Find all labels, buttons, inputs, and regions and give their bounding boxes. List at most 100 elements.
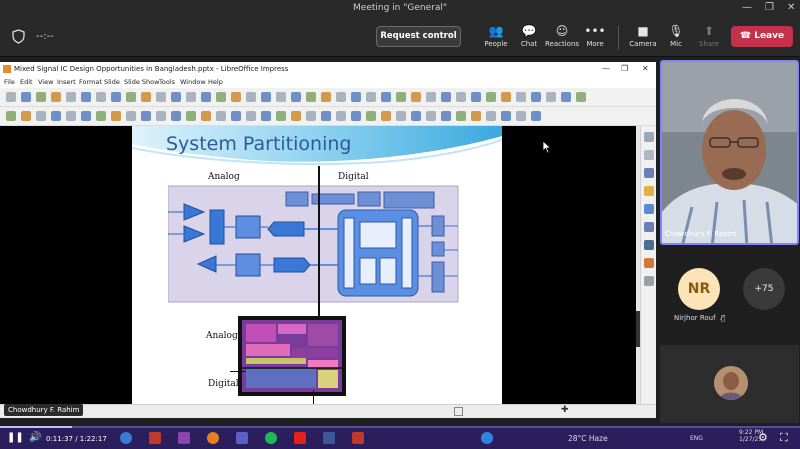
menu-file[interactable]: File xyxy=(4,78,15,86)
toolbar-tool-icon[interactable] xyxy=(111,111,121,121)
toolbar-tool-icon[interactable] xyxy=(501,92,511,102)
more-participants-button[interactable]: +75 xyxy=(743,268,785,310)
request-control-button[interactable]: Request control xyxy=(376,26,461,47)
toolbar-tool-icon[interactable] xyxy=(111,92,121,102)
toolbar-tool-icon[interactable] xyxy=(381,111,391,121)
toolbar-tool-icon[interactable] xyxy=(21,92,31,102)
toolbar-tool-icon[interactable] xyxy=(321,111,331,121)
menu-slide-show[interactable]: Slide Show xyxy=(124,78,159,86)
menu-view[interactable]: View xyxy=(38,78,53,86)
no-entry-icon[interactable] xyxy=(644,276,654,286)
pause-icon[interactable]: ❚❚ xyxy=(7,432,24,443)
toolbar-tool-icon[interactable] xyxy=(231,92,241,102)
menu-window[interactable]: Window xyxy=(180,78,206,86)
taskbar-app-blue-icon[interactable] xyxy=(323,432,335,444)
volume-icon[interactable]: 🔊 xyxy=(29,432,41,443)
toolbar-tool-icon[interactable] xyxy=(66,111,76,121)
toolbar-tool-icon[interactable] xyxy=(306,92,316,102)
people-button[interactable]: 👥 People xyxy=(479,23,513,53)
toolbar-tool-icon[interactable] xyxy=(21,111,31,121)
teams-icon[interactable] xyxy=(236,432,248,444)
slide-canvas[interactable]: System Partitioning Analog Digital Analo… xyxy=(132,126,502,404)
toolbar-tool-icon[interactable] xyxy=(426,92,436,102)
toolbar-tool-icon[interactable] xyxy=(96,111,106,121)
toolbar-tool-icon[interactable] xyxy=(441,111,451,121)
toolbar-tool-icon[interactable] xyxy=(471,92,481,102)
toolbar-tool-icon[interactable] xyxy=(276,111,286,121)
toolbar-tool-icon[interactable] xyxy=(246,92,256,102)
toolbar-tool-icon[interactable] xyxy=(486,92,496,102)
toolbar-tool-icon[interactable] xyxy=(216,111,226,121)
toolbar-tool-icon[interactable] xyxy=(126,111,136,121)
styles-icon[interactable] xyxy=(644,150,654,160)
toolbar-tool-icon[interactable] xyxy=(321,92,331,102)
toolbar-tool-icon[interactable] xyxy=(186,92,196,102)
toolbar-tool-icon[interactable] xyxy=(366,92,376,102)
weather-widget[interactable]: 28°C Haze xyxy=(568,434,608,443)
toolbar-tool-icon[interactable] xyxy=(576,92,586,102)
share-button[interactable]: ⬆ Share xyxy=(692,23,726,53)
toolbar-tool-icon[interactable] xyxy=(81,111,91,121)
impress-close-icon[interactable]: ✕ xyxy=(642,62,649,76)
toolbar-tool-icon[interactable] xyxy=(126,92,136,102)
toolbar-tool-icon[interactable] xyxy=(51,92,61,102)
presenter-video-tile[interactable] xyxy=(660,60,799,245)
toolbar-tool-icon[interactable] xyxy=(36,92,46,102)
toolbar-tool-icon[interactable] xyxy=(171,111,181,121)
toolbar-tool-icon[interactable] xyxy=(546,92,556,102)
animation-icon[interactable] xyxy=(644,222,654,232)
toolbar-tool-icon[interactable] xyxy=(171,92,181,102)
more-button[interactable]: ••• More xyxy=(578,23,612,53)
spotify-icon[interactable] xyxy=(265,432,277,444)
restore-icon[interactable]: ❐ xyxy=(765,2,774,13)
toolbar-tool-icon[interactable] xyxy=(291,111,301,121)
fullscreen-icon[interactable]: ⛶ xyxy=(780,431,788,445)
toolbar-tool-icon[interactable] xyxy=(336,111,346,121)
minimize-icon[interactable]: — xyxy=(742,2,752,13)
toolbar-tool-icon[interactable] xyxy=(486,111,496,121)
toolbar-tool-icon[interactable] xyxy=(186,111,196,121)
toolbar-tool-icon[interactable] xyxy=(351,92,361,102)
menu-edit[interactable]: Edit xyxy=(20,78,33,86)
toolbar-tool-icon[interactable] xyxy=(81,92,91,102)
toolbar-tool-icon[interactable] xyxy=(516,92,526,102)
toolbar-tool-icon[interactable] xyxy=(36,111,46,121)
mic-button[interactable]: 🎙 Mic xyxy=(659,23,693,53)
settings-gear-icon[interactable]: ⚙ xyxy=(758,431,768,444)
close-icon[interactable]: ✕ xyxy=(787,2,795,13)
toolbar-tool-icon[interactable] xyxy=(6,111,16,121)
status-slide-icon[interactable] xyxy=(454,407,463,416)
gallery-icon[interactable] xyxy=(644,168,654,178)
toolbar-tool-icon[interactable] xyxy=(306,111,316,121)
taskbar-app-purple-icon[interactable] xyxy=(178,432,190,444)
toolbar-tool-icon[interactable] xyxy=(411,92,421,102)
toolbar-tool-icon[interactable] xyxy=(51,111,61,121)
youtube-icon[interactable] xyxy=(294,432,306,444)
toolbar-tool-icon[interactable] xyxy=(426,111,436,121)
toolbar-tool-icon[interactable] xyxy=(96,92,106,102)
toolbar-tool-icon[interactable] xyxy=(66,92,76,102)
toolbar-tool-icon[interactable] xyxy=(276,92,286,102)
toolbar-tool-icon[interactable] xyxy=(141,92,151,102)
toolbar-tool-icon[interactable] xyxy=(456,111,466,121)
properties-icon[interactable] xyxy=(644,132,654,142)
toolbar-tool-icon[interactable] xyxy=(531,92,541,102)
toolbar-tool-icon[interactable] xyxy=(456,92,466,102)
menu-slide[interactable]: Slide xyxy=(104,78,120,86)
toolbar-tool-icon[interactable] xyxy=(351,111,361,121)
toolbar-tool-icon[interactable] xyxy=(201,92,211,102)
toolbar-tool-icon[interactable] xyxy=(216,92,226,102)
toolbar-tool-icon[interactable] xyxy=(6,92,16,102)
toolbar-tool-icon[interactable] xyxy=(516,111,526,121)
taskbar-app-red2-icon[interactable] xyxy=(352,432,364,444)
toolbar-tool-icon[interactable] xyxy=(501,111,511,121)
avatar-nirjhor[interactable]: NR xyxy=(678,268,720,310)
toolbar-tool-icon[interactable] xyxy=(261,111,271,121)
toolbar-tool-icon[interactable] xyxy=(336,92,346,102)
playback-progress-bar[interactable] xyxy=(0,426,800,428)
favorites-star-icon[interactable] xyxy=(644,186,654,196)
toolbar-tool-icon[interactable] xyxy=(441,92,451,102)
toolbar-tool-icon[interactable] xyxy=(471,111,481,121)
toolbar-tool-icon[interactable] xyxy=(366,111,376,121)
toolbar-tool-icon[interactable] xyxy=(396,92,406,102)
